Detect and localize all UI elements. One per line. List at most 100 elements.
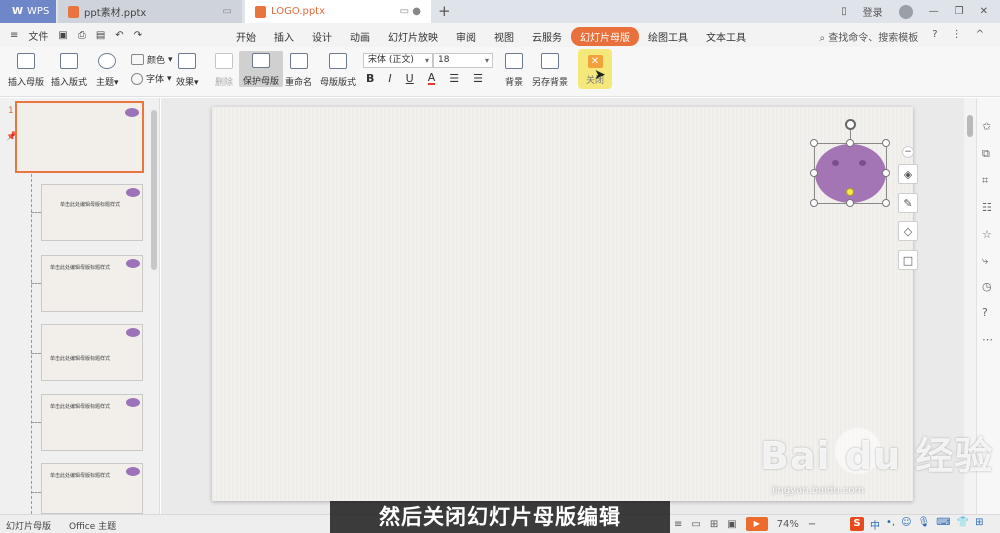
resize-handle[interactable] [846,139,854,147]
resize-handle[interactable] [846,199,854,207]
fonts-button[interactable]: 字体 ▾ [131,72,172,85]
grid-icon[interactable]: ⊞ [975,517,983,532]
star-shape-icon[interactable]: ✩ [982,120,991,133]
help-icon[interactable]: ? [932,29,937,44]
sorter-view-icon[interactable]: ⊞ [710,519,718,530]
colors-button[interactable]: 颜色 ▾ [131,53,173,66]
settings-sliders-icon[interactable]: ☷ [982,201,992,214]
close-window-icon[interactable]: ✕ [980,6,988,17]
play-icon[interactable]: ▶ [745,517,768,531]
resize-handle[interactable] [882,139,890,147]
collapse-ribbon-icon[interactable]: ^ [976,29,984,44]
scrollbar-thumb[interactable] [967,115,973,137]
redo-icon[interactable]: ↷ [134,30,142,41]
sogou-ime-icon[interactable]: S [850,517,864,531]
login-link[interactable]: 登录 [863,4,883,19]
adjust-handle[interactable] [846,188,854,196]
tab-wps-home[interactable]: W WPS [0,0,56,23]
slide-thumbnail[interactable]: 单击此处编辑母版标题样式 [41,394,143,451]
help-circle-icon[interactable]: ? [982,306,988,319]
resize-handle[interactable] [882,199,890,207]
star-icon[interactable]: ☆ [982,228,992,241]
resize-handle[interactable] [810,169,818,177]
new-tab-button[interactable]: + [438,2,451,20]
save-icon[interactable]: ▣ [58,30,67,41]
more-options-icon[interactable]: ⋯ [982,333,993,346]
normal-view-icon[interactable]: ▭ [691,519,700,530]
avatar[interactable] [898,4,913,19]
resize-handle[interactable] [810,139,818,147]
close-tab-icon[interactable]: ▭ ● [400,6,421,17]
font-name-select[interactable]: 宋体 (正文) ▾ [363,53,433,68]
rotate-handle[interactable] [845,119,856,130]
maximize-icon[interactable]: ❐ [955,6,964,17]
preview-icon[interactable]: ▤ [96,30,105,41]
italic-icon[interactable]: I [388,72,391,85]
keyboard-icon[interactable]: ⌨ [936,517,950,532]
insert-master-button[interactable]: 插入母版 [8,53,44,88]
align-icon[interactable]: ☰ [473,72,483,85]
slide-thumbnail[interactable]: 单击此处编辑母版标题样式 [41,324,143,381]
background-button[interactable]: 背景 [505,53,523,88]
bullets-icon[interactable]: ☰ [449,72,459,85]
rename-button[interactable]: 重命名 [285,53,312,88]
tablet-mode-icon[interactable]: ▯ [841,6,847,17]
skin-icon[interactable]: 👕 [957,517,969,532]
bold-icon[interactable]: B [366,72,374,85]
delete-button[interactable]: 删除 [215,53,233,88]
history-icon[interactable]: ◷ [982,280,992,293]
slide-thumbnail[interactable]: 单击此处编辑母版标题样式 [41,463,143,514]
tab-view[interactable]: 视图 [485,27,523,46]
slide-thumbnail-master[interactable] [15,101,144,173]
zoom-out-icon[interactable]: − [808,519,816,530]
save-background-button[interactable]: 另存背景 [532,53,568,88]
emoji-icon[interactable]: ☺ [901,517,911,532]
shapes-icon[interactable]: ⧉ [982,147,990,161]
font-color-icon[interactable]: A [427,72,436,85]
resize-handle[interactable] [810,199,818,207]
layers-icon[interactable]: ◈ [898,164,918,184]
tab-drawing-tools[interactable]: 绘图工具 [639,27,697,46]
minimize-icon[interactable]: — [929,6,939,17]
master-layout-button[interactable]: 母版版式 [320,53,356,88]
tab-cloud[interactable]: 云服务 [523,27,571,46]
collapse-tools-icon[interactable]: − [902,146,914,158]
slide-thumbnail[interactable]: 单击此处编辑母版标题样式 [41,255,143,312]
notes-icon[interactable]: ≡ [674,519,682,530]
mic-icon[interactable]: 🎙 [918,517,931,532]
protect-master-button[interactable]: 保护母版 [239,51,284,87]
fill-icon[interactable]: ◇ [898,221,918,241]
undo-icon[interactable]: ↶ [115,30,123,41]
tab-review[interactable]: 审阅 [447,27,485,46]
insert-layout-button[interactable]: 插入版式 [51,53,87,88]
theme-button[interactable]: 主题▾ [96,53,119,88]
crop-icon[interactable]: ⌗ [982,174,988,188]
tab-slide-master[interactable]: 幻灯片母版 [571,27,639,46]
underline-icon[interactable]: U [406,72,414,85]
tab-insert[interactable]: 插入 [265,27,303,46]
hamburger-icon[interactable]: ≡ [10,30,18,41]
font-size-select[interactable]: 18 ▾ [433,53,493,68]
outline-icon[interactable]: □ [898,250,918,270]
print-icon[interactable]: ⎙ [78,30,86,41]
share-icon[interactable]: ⤷ [982,254,988,268]
tab-design[interactable]: 设计 [303,27,341,46]
punctuation-icon[interactable]: •, [886,517,895,532]
reading-view-icon[interactable]: ▣ [727,519,736,530]
tab-home[interactable]: 开始 [227,27,265,46]
tab-text-tools[interactable]: 文本工具 [697,27,755,46]
zoom-level[interactable]: 74% [777,519,799,530]
tab-ppt-material[interactable]: ppt素材.pptx ▭ [58,0,242,23]
resize-handle[interactable] [882,169,890,177]
tab-logo-pptx[interactable]: LOGO.pptx ▭ ● [245,0,431,23]
pen-icon[interactable]: ✎ [898,193,918,213]
more-icon[interactable]: ⋮ [952,29,962,44]
effects-button[interactable]: 效果▾ [176,53,199,88]
file-menu[interactable]: 文件 [28,28,48,43]
slide-thumbnail[interactable]: 单击此处编辑母版标题样式 [41,184,143,241]
tab-animation[interactable]: 动画 [341,27,379,46]
slides-scrollbar[interactable] [151,110,157,270]
search-commands[interactable]: ⌕ 查找命令、搜索模板 [820,29,919,44]
ime-mode[interactable]: 中 [870,517,880,532]
tab-slideshow[interactable]: 幻灯片放映 [379,27,447,46]
